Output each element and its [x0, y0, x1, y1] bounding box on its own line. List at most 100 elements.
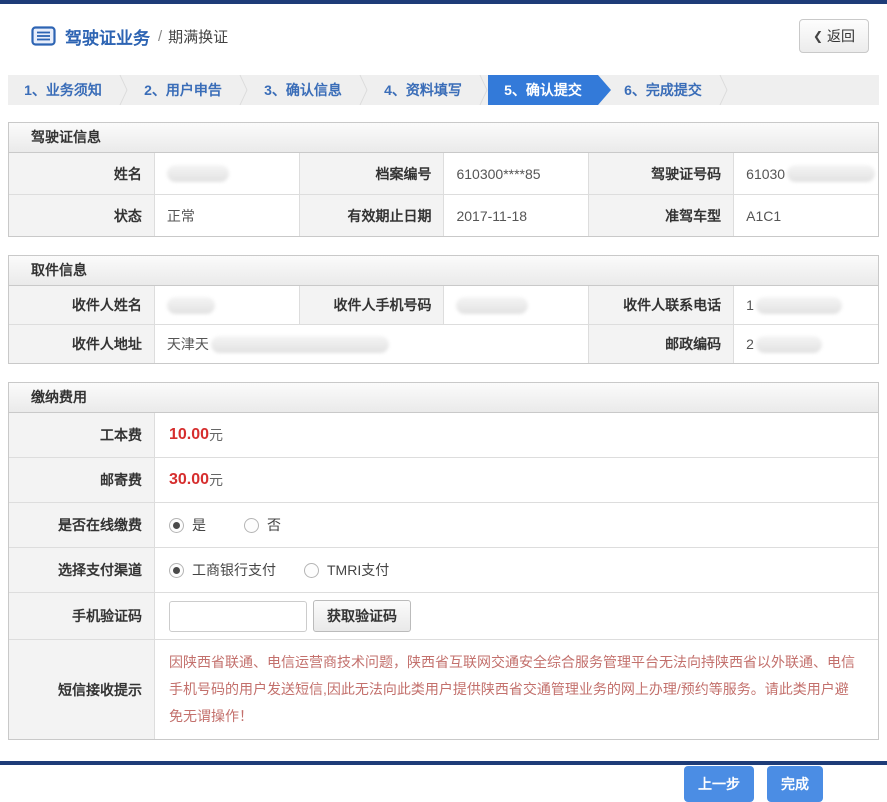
redacted-value	[755, 335, 822, 353]
zip-code-value: 2	[733, 325, 878, 363]
status-value: 正常	[153, 195, 299, 236]
table-row: 收件人姓名 收件人手机号码 收件人联系电话 1	[9, 286, 878, 325]
recipient-mobile-value	[443, 286, 589, 324]
file-number-label: 档案编号	[298, 153, 444, 194]
postage-fee-unit: 元	[209, 472, 224, 488]
sms-notice-text: 因陕西省联通、电信运营商技术问题，陕西省互联网交通安全综合服务管理平台无法向持陕…	[169, 654, 855, 724]
zip-code-label: 邮政编码	[588, 325, 734, 363]
tab-step-3-confirm-info[interactable]: 3、确认信息	[248, 75, 358, 105]
postage-fee-label: 邮寄费	[9, 458, 154, 502]
payment-channel-option-icbc[interactable]: 工商银行支付	[169, 560, 276, 580]
tab-step-6-complete-submit[interactable]: 6、完成提交	[608, 75, 718, 105]
redacted-value	[210, 335, 389, 353]
sms-notice-content: 因陕西省联通、电信运营商技术问题，陕西省互联网交通安全综合服务管理平台无法向持陕…	[154, 640, 878, 739]
pickup-info-section: 取件信息 收件人姓名 收件人手机号码 收件人联系电话 1 收件人地址 天津天 邮…	[8, 255, 879, 364]
pickup-info-section-title: 取件信息	[9, 256, 878, 286]
breadcrumb-current: 期满换证	[168, 28, 229, 46]
payment-channel-option-tmri[interactable]: TMRI支付	[304, 560, 389, 580]
tab-separator	[118, 75, 128, 105]
tab-step-4-fill-materials[interactable]: 4、资料填写	[368, 75, 478, 105]
tab-separator	[478, 75, 488, 105]
production-fee-unit: 元	[209, 427, 224, 443]
vehicle-class-value: A1C1	[733, 195, 878, 236]
payment-channel-row: 选择支付渠道 工商银行支付 TMRI支付	[9, 548, 878, 593]
redacted-value	[166, 296, 215, 314]
online-payment-options: 是 否	[154, 503, 878, 547]
footer-actions: 上一步 完成	[0, 766, 823, 802]
redacted-value	[456, 296, 529, 314]
payment-channel-icbc-label: 工商银行支付	[192, 562, 276, 578]
production-fee-amount: 10.00	[169, 426, 210, 443]
sms-notice-row: 短信接收提示 因陕西省联通、电信运营商技术问题，陕西省互联网交通安全综合服务管理…	[9, 640, 878, 739]
sms-code-row: 手机验证码 获取验证码	[9, 593, 878, 640]
page-title: 驾驶证业务	[65, 28, 150, 48]
production-fee-row: 工本费 10.00 元	[9, 413, 878, 458]
recipient-mobile-label: 收件人手机号码	[298, 286, 444, 324]
postage-fee-amount: 30.00	[169, 471, 210, 488]
sms-code-label: 手机验证码	[9, 593, 154, 639]
radio-selected-icon[interactable]	[169, 517, 184, 533]
online-payment-no-label: 否	[267, 517, 281, 533]
payment-section: 缴纳费用 工本费 10.00元 邮寄费 30.00元 是否在线缴费 是 否	[8, 382, 879, 740]
back-button-label: 返回	[827, 28, 855, 44]
sms-code-input[interactable]	[169, 600, 307, 632]
name-value	[153, 153, 299, 194]
table-row: 状态 正常 有效期止日期 2017-11-18 准驾车型 A1C1	[9, 195, 878, 236]
payment-channel-tmri-label: TMRI支付	[327, 562, 390, 578]
chevron-left-icon: ❮	[812, 29, 823, 43]
breadcrumb-separator: /	[158, 27, 163, 45]
payment-channel-options: 工商银行支付 TMRI支付	[154, 548, 878, 592]
redacted-value	[755, 296, 842, 314]
vehicle-class-label: 准驾车型	[588, 195, 734, 236]
previous-step-button[interactable]: 上一步	[684, 766, 754, 802]
online-payment-yes-label: 是	[192, 517, 206, 533]
online-payment-label: 是否在线缴费	[9, 503, 154, 547]
finish-button[interactable]: 完成	[767, 766, 823, 802]
tab-step-1-business-notes[interactable]: 1、业务须知	[8, 75, 118, 105]
online-payment-option-no[interactable]: 否	[244, 515, 281, 535]
online-payment-row: 是否在线缴费 是 否	[9, 503, 878, 548]
tab-step-5-confirm-submit[interactable]: 5、确认提交	[488, 75, 611, 105]
file-number-value: 610300****85	[443, 153, 589, 194]
expiry-date-value: 2017-11-18	[443, 195, 589, 236]
recipient-name-label: 收件人姓名	[9, 286, 154, 324]
payment-channel-label: 选择支付渠道	[9, 548, 154, 592]
license-number-value: 61030	[733, 153, 878, 194]
radio-unselected-icon[interactable]	[244, 517, 259, 533]
payment-channel-radio-group: 工商银行支付 TMRI支付	[169, 560, 389, 580]
status-label: 状态	[9, 195, 154, 236]
list-icon	[31, 26, 56, 46]
recipient-phone-label: 收件人联系电话	[588, 286, 734, 324]
license-number-label: 驾驶证号码	[588, 153, 734, 194]
payment-section-title: 缴纳费用	[9, 383, 878, 413]
recipient-address-value: 天津天	[153, 325, 589, 363]
redacted-value	[787, 165, 876, 182]
recipient-phone-value: 1	[733, 286, 878, 324]
postage-fee-value: 30.00 元	[154, 458, 878, 502]
license-info-section: 驾驶证信息 姓名 档案编号 610300****85 驾驶证号码 61030 状…	[8, 122, 879, 237]
page-header: 驾驶证业务 / 期满换证 ❮ 返回	[0, 4, 887, 65]
production-fee-label: 工本费	[9, 413, 154, 457]
online-payment-option-yes[interactable]: 是	[169, 515, 206, 535]
step-tabs: 1、业务须知 2、用户申告 3、确认信息 4、资料填写 5、确认提交 6、完成提…	[8, 75, 879, 105]
online-payment-radio-group: 是 否	[169, 515, 281, 535]
redacted-value	[166, 165, 229, 182]
back-button[interactable]: ❮ 返回	[798, 19, 869, 53]
get-code-button[interactable]: 获取验证码	[313, 600, 411, 632]
sms-code-field: 获取验证码	[154, 593, 878, 639]
tab-separator	[718, 75, 728, 105]
tab-step-2-user-declaration[interactable]: 2、用户申告	[128, 75, 238, 105]
table-row: 姓名 档案编号 610300****85 驾驶证号码 61030	[9, 153, 878, 195]
name-label: 姓名	[9, 153, 154, 194]
expiry-date-label: 有效期止日期	[298, 195, 444, 236]
recipient-address-label: 收件人地址	[9, 325, 154, 363]
radio-unselected-icon[interactable]	[304, 562, 319, 578]
production-fee-value: 10.00 元	[154, 413, 878, 457]
bottom-navy-bar	[0, 761, 887, 765]
radio-selected-icon[interactable]	[169, 562, 184, 578]
tab-bar-filler	[728, 75, 879, 105]
postage-fee-row: 邮寄费 30.00 元	[9, 458, 878, 503]
recipient-name-value	[153, 286, 299, 324]
tab-separator	[238, 75, 248, 105]
sms-notice-label: 短信接收提示	[9, 640, 154, 739]
